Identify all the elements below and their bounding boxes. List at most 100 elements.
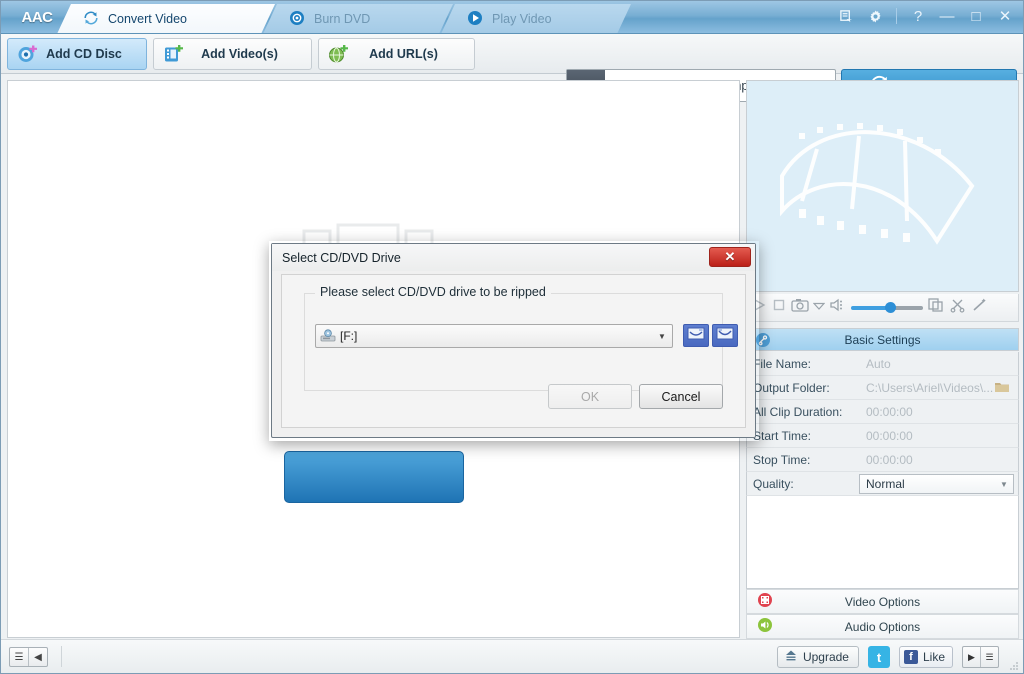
tab-burn-dvd-label: Burn DVD bbox=[314, 12, 371, 26]
setting-row-output-folder[interactable]: Output Folder: C:\Users\Ariel\Videos\... bbox=[746, 376, 1019, 400]
setting-row-start-time[interactable]: Start Time: 00:00:00 bbox=[746, 424, 1019, 448]
window-buttons: ? — □ ✕ bbox=[836, 6, 1015, 26]
chevron-down-icon: ▼ bbox=[1000, 479, 1008, 489]
setting-value[interactable]: Auto bbox=[858, 357, 1018, 371]
facebook-like-label: Like bbox=[922, 650, 945, 664]
upgrade-arrow-icon bbox=[784, 649, 798, 666]
upgrade-button[interactable]: Upgrade bbox=[776, 646, 859, 668]
disc-icon bbox=[289, 10, 305, 29]
setting-row-file-name[interactable]: File Name: Auto bbox=[746, 352, 1019, 376]
basic-settings-header[interactable]: Basic Settings bbox=[746, 328, 1019, 351]
drive-value: [F:] bbox=[340, 329, 358, 343]
setting-row-quality[interactable]: Quality: Normal ▼ bbox=[746, 472, 1019, 496]
resize-grip[interactable] bbox=[1007, 658, 1019, 670]
setting-key: Output Folder: bbox=[753, 380, 830, 395]
add-cd-disc-label: Add CD Disc bbox=[46, 47, 122, 61]
status-bar: ☰ ◀ Upgrade t f Like ▶ ☰ bbox=[1, 639, 1023, 673]
quality-select[interactable]: Normal ▼ bbox=[859, 474, 1014, 494]
audio-options-row[interactable]: Audio Options bbox=[746, 614, 1019, 639]
minimize-icon[interactable]: — bbox=[937, 6, 957, 26]
dialog-ok-button[interactable]: OK bbox=[548, 384, 632, 409]
add-media-big-button[interactable] bbox=[283, 451, 464, 503]
setting-value[interactable]: 00:00:00 bbox=[858, 405, 1018, 419]
drive-select[interactable]: [F:] ▼ bbox=[315, 324, 673, 348]
volume-knob[interactable] bbox=[885, 302, 896, 313]
application-window: AAC Convert Video Burn DVD Play Video ? … bbox=[0, 0, 1024, 674]
convert-icon bbox=[83, 10, 99, 29]
video-options-row[interactable]: Video Options bbox=[746, 589, 1019, 614]
setting-row-all-clip-duration[interactable]: All Clip Duration: 00:00:00 bbox=[746, 400, 1019, 424]
play-icon bbox=[467, 10, 483, 29]
tab-play-video-label: Play Video bbox=[492, 12, 552, 26]
list-view-toggle-group[interactable]: ☰ ◀ bbox=[9, 647, 48, 667]
add-urls-label: Add URL(s) bbox=[369, 47, 438, 61]
add-videos-label: Add Video(s) bbox=[201, 47, 278, 61]
globe-plus-icon bbox=[323, 43, 353, 65]
title-bar: AAC Convert Video Burn DVD Play Video ? … bbox=[1, 1, 1023, 34]
magic-wand-icon[interactable] bbox=[971, 297, 989, 318]
settings-gear-icon[interactable] bbox=[865, 6, 885, 26]
video-film-icon bbox=[757, 592, 773, 611]
setting-key: All Clip Duration: bbox=[753, 404, 843, 419]
dialog-body: Please select CD/DVD drive to be ripped … bbox=[281, 274, 746, 428]
copy-icon[interactable] bbox=[927, 297, 945, 318]
tab-play-video[interactable]: Play Video bbox=[453, 4, 623, 33]
setting-value[interactable]: 00:00:00 bbox=[858, 429, 1018, 443]
twitter-icon: t bbox=[876, 649, 882, 665]
upgrade-label: Upgrade bbox=[802, 650, 849, 664]
tab-burn-dvd[interactable]: Burn DVD bbox=[275, 4, 445, 33]
chevron-down-icon: ▼ bbox=[658, 331, 666, 341]
volume-slider[interactable] bbox=[851, 301, 923, 315]
volume-icon[interactable] bbox=[829, 297, 847, 318]
dialog-close-button[interactable]: ✕ bbox=[709, 247, 751, 267]
status-bar-actions: Upgrade t f Like ▶ ☰ bbox=[776, 646, 999, 668]
eject-tray-icon bbox=[687, 327, 705, 345]
load-tray-button[interactable] bbox=[712, 324, 738, 347]
help-icon[interactable]: ? bbox=[908, 6, 928, 26]
drive-group-box: Please select CD/DVD drive to be ripped … bbox=[304, 285, 738, 391]
snapshot-dropdown-icon[interactable] bbox=[812, 299, 826, 317]
stop-button-icon[interactable] bbox=[771, 297, 787, 318]
browse-folder-icon[interactable] bbox=[994, 380, 1010, 397]
snapshot-camera-icon[interactable] bbox=[791, 297, 809, 318]
status-extra-menu[interactable]: ▶ ☰ bbox=[962, 646, 999, 668]
tab-convert-video[interactable]: Convert Video bbox=[69, 4, 269, 33]
preview-playback-toolbar bbox=[746, 294, 1019, 322]
add-videos-button[interactable]: Add Video(s) bbox=[153, 38, 312, 70]
settings-empty-space bbox=[746, 496, 1019, 589]
add-urls-button[interactable]: Add URL(s) bbox=[318, 38, 475, 70]
quality-value: Normal bbox=[866, 477, 905, 491]
window-button-separator bbox=[896, 8, 897, 24]
maximize-icon[interactable]: □ bbox=[966, 6, 986, 26]
tab-convert-video-label: Convert Video bbox=[108, 12, 187, 26]
play-arrow-icon[interactable]: ▶ bbox=[963, 647, 980, 667]
app-logo: AAC bbox=[21, 9, 54, 26]
setting-value[interactable]: 00:00:00 bbox=[858, 453, 1018, 467]
twitter-button[interactable]: t bbox=[867, 646, 890, 668]
facebook-like-button[interactable]: f Like bbox=[898, 646, 953, 668]
status-bar-divider bbox=[61, 646, 62, 667]
close-icon[interactable]: ✕ bbox=[995, 6, 1015, 26]
filmstrip-watermark bbox=[780, 123, 975, 245]
film-plus-icon bbox=[158, 43, 188, 65]
setting-key: File Name: bbox=[753, 356, 812, 371]
hamburger-menu-icon[interactable]: ☰ bbox=[981, 647, 998, 667]
dialog-title-bar: Select CD/DVD Drive bbox=[272, 244, 755, 271]
scissors-icon[interactable] bbox=[949, 297, 967, 318]
facebook-icon: f bbox=[903, 650, 918, 664]
setting-key: Quality: bbox=[753, 476, 794, 491]
main-toolbar: Add CD Disc Add Video(s) Add URL(s) bbox=[1, 34, 1023, 102]
load-tray-icon bbox=[716, 327, 734, 345]
select-cd-dvd-drive-dialog: Select CD/DVD Drive ✕ Please select CD/D… bbox=[271, 243, 756, 438]
register-icon[interactable] bbox=[836, 6, 856, 26]
setting-row-stop-time[interactable]: Stop Time: 00:00:00 bbox=[746, 448, 1019, 472]
basic-settings-label: Basic Settings bbox=[844, 332, 921, 347]
video-preview-panel[interactable] bbox=[746, 80, 1019, 292]
dialog-cancel-button[interactable]: Cancel bbox=[639, 384, 723, 409]
list-menu-icon[interactable]: ☰ bbox=[10, 648, 28, 666]
collapse-left-icon[interactable]: ◀ bbox=[29, 648, 47, 666]
eject-tray-button[interactable] bbox=[683, 324, 709, 347]
cd-drive-icon bbox=[316, 329, 340, 343]
cd-disc-plus-icon bbox=[12, 43, 42, 65]
add-cd-disc-button[interactable]: Add CD Disc bbox=[7, 38, 147, 70]
